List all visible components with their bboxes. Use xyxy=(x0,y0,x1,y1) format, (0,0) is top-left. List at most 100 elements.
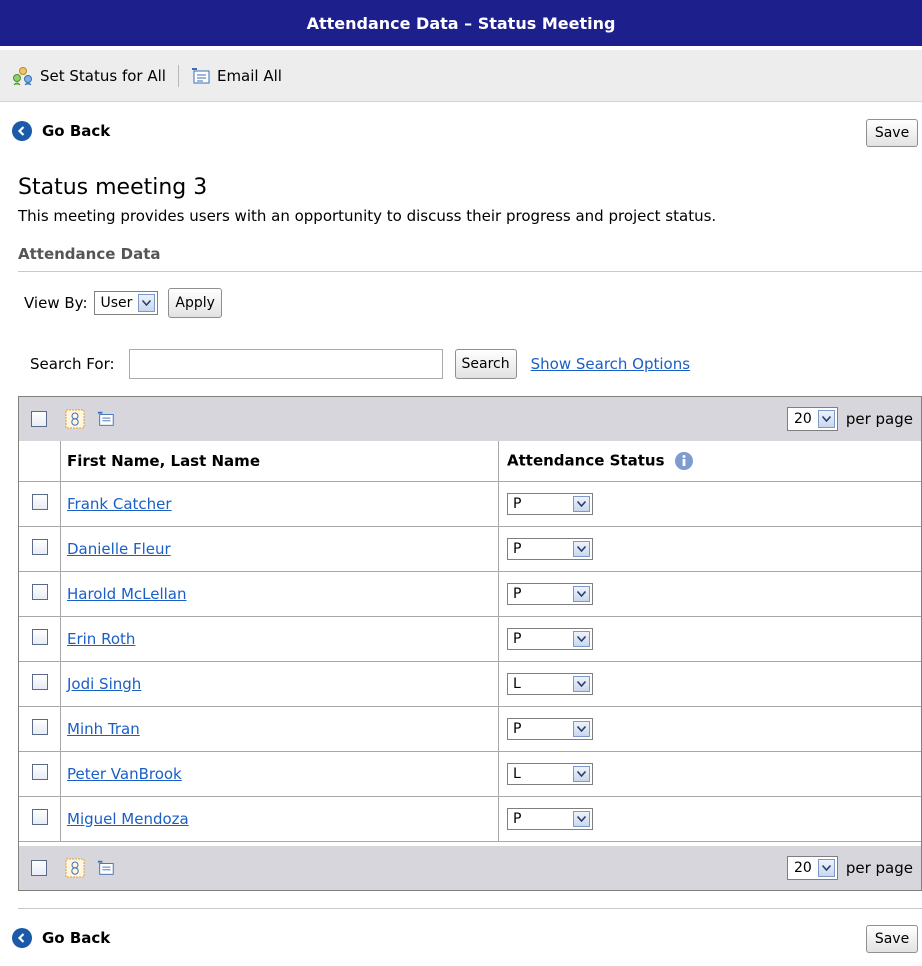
attendance-status-select[interactable]: L xyxy=(507,672,593,695)
attendance-status-value: P xyxy=(513,630,522,647)
row-checkbox[interactable] xyxy=(31,673,48,690)
row-checkbox-cell xyxy=(19,661,61,707)
user-name-link[interactable]: Jodi Singh xyxy=(67,675,141,693)
per-page-select-top[interactable]: 20 xyxy=(787,407,838,431)
chevron-down-icon xyxy=(573,720,590,737)
grid-toolbar-bottom: 20 per page xyxy=(19,846,921,890)
name-cell: Miguel Mendoza xyxy=(60,796,499,842)
search-button[interactable]: Search xyxy=(454,349,517,379)
column-header-status-label: Attendance Status xyxy=(507,451,665,470)
chevron-down-icon xyxy=(573,540,590,557)
user-name-link[interactable]: Frank Catcher xyxy=(67,495,172,513)
row-checkbox-cell xyxy=(19,706,61,752)
attendance-status-value: P xyxy=(513,810,522,827)
row-checkbox[interactable] xyxy=(31,493,48,510)
attendance-status-value: P xyxy=(513,540,522,557)
info-icon[interactable] xyxy=(674,451,694,471)
go-back-link-top[interactable]: Go Back xyxy=(12,121,110,141)
row-checkbox[interactable] xyxy=(31,628,48,645)
user-name-link[interactable]: Minh Tran xyxy=(67,720,140,738)
back-arrow-icon xyxy=(12,121,32,141)
chevron-down-icon xyxy=(573,765,590,782)
attendance-status-select[interactable]: P xyxy=(507,627,593,650)
attendance-status-select[interactable]: P xyxy=(507,582,593,605)
per-page-control-top: 20 per page xyxy=(787,407,913,431)
status-cell: P xyxy=(498,481,921,527)
column-header-status[interactable]: Attendance Status xyxy=(498,441,921,482)
toolbar-divider xyxy=(177,64,179,87)
attendance-status-value: P xyxy=(513,495,522,512)
search-input[interactable] xyxy=(128,349,443,379)
row-checkbox-cell xyxy=(19,751,61,797)
user-name-link[interactable]: Harold McLellan xyxy=(67,585,187,603)
per-page-value: 20 xyxy=(794,411,812,427)
attendance-status-select[interactable]: L xyxy=(507,762,593,785)
table-row: Peter VanBrook L xyxy=(19,751,921,797)
search-row: Search For: Search Show Search Options xyxy=(30,349,690,379)
set-status-for-all-label: Set Status for All xyxy=(40,66,166,85)
section-heading: Attendance Data xyxy=(18,245,922,272)
set-status-icon[interactable] xyxy=(65,409,85,429)
name-cell: Minh Tran xyxy=(60,706,499,752)
save-button-bottom[interactable]: Save xyxy=(866,925,918,953)
select-all-checkbox-top[interactable] xyxy=(31,411,47,427)
set-status-icon[interactable] xyxy=(65,858,85,878)
row-checkbox-cell xyxy=(19,526,61,572)
user-name-link[interactable]: Danielle Fleur xyxy=(67,540,171,558)
status-cell: L xyxy=(498,661,921,707)
user-name-link[interactable]: Erin Roth xyxy=(67,630,135,648)
search-label: Search For: xyxy=(30,355,115,373)
footer-divider xyxy=(18,908,922,909)
save-button-top[interactable]: Save xyxy=(866,119,918,147)
status-cell: P xyxy=(498,796,921,842)
column-header-name[interactable]: First Name, Last Name xyxy=(60,441,499,482)
row-checkbox-cell xyxy=(19,481,61,527)
select-all-checkbox-bottom[interactable] xyxy=(31,860,47,876)
attendance-status-select[interactable]: P xyxy=(507,492,593,515)
meeting-title: Status meeting 3 xyxy=(18,175,208,200)
chevron-down-icon xyxy=(138,294,156,312)
user-name-link[interactable]: Peter VanBrook xyxy=(67,765,182,783)
row-checkbox-cell xyxy=(19,616,61,662)
per-page-select-bottom[interactable]: 20 xyxy=(787,856,838,880)
row-checkbox[interactable] xyxy=(31,538,48,555)
table-row: Minh Tran P xyxy=(19,706,921,752)
users-group-icon xyxy=(13,66,32,85)
email-list-icon[interactable] xyxy=(97,410,115,428)
view-by-label: View By: xyxy=(24,294,88,312)
row-checkbox-cell xyxy=(19,571,61,617)
show-search-options-link[interactable]: Show Search Options xyxy=(531,355,690,373)
attendance-table: First Name, Last Name Attendance Status … xyxy=(19,441,921,842)
status-cell: P xyxy=(498,706,921,752)
row-checkbox[interactable] xyxy=(31,763,48,780)
email-all-button[interactable]: Email All xyxy=(191,67,282,85)
table-row: Miguel Mendoza P xyxy=(19,796,921,842)
user-name-link[interactable]: Miguel Mendoza xyxy=(67,810,189,828)
email-list-icon xyxy=(191,67,210,83)
email-list-icon[interactable] xyxy=(97,859,115,877)
table-row: Erin Roth P xyxy=(19,616,921,662)
row-checkbox[interactable] xyxy=(31,583,48,600)
attendance-status-select[interactable]: P xyxy=(507,807,593,830)
email-all-label: Email All xyxy=(216,66,282,85)
attendance-status-value: L xyxy=(513,675,521,692)
set-status-for-all-button[interactable]: Set Status for All xyxy=(12,66,166,86)
apply-button[interactable]: Apply xyxy=(168,288,222,318)
attendance-status-value: P xyxy=(513,720,522,737)
row-checkbox[interactable] xyxy=(31,808,48,825)
attendance-status-select[interactable]: P xyxy=(507,537,593,560)
toolbar: Set Status for All Email All xyxy=(0,50,922,102)
view-by-select[interactable]: User xyxy=(93,291,159,315)
table-row: Harold McLellan P xyxy=(19,571,921,617)
go-back-link-bottom[interactable]: Go Back xyxy=(12,928,110,948)
row-checkbox[interactable] xyxy=(31,718,48,735)
view-by-row: View By: User Apply xyxy=(24,288,222,318)
per-page-control-bottom: 20 per page xyxy=(787,856,913,880)
name-cell: Danielle Fleur xyxy=(60,526,499,572)
table-row: Danielle Fleur P xyxy=(19,526,921,572)
chevron-down-icon xyxy=(573,675,590,692)
status-cell: P xyxy=(498,616,921,662)
attendance-status-select[interactable]: P xyxy=(507,717,593,740)
chevron-down-icon xyxy=(573,585,590,602)
header-checkbox-cell xyxy=(19,441,61,482)
